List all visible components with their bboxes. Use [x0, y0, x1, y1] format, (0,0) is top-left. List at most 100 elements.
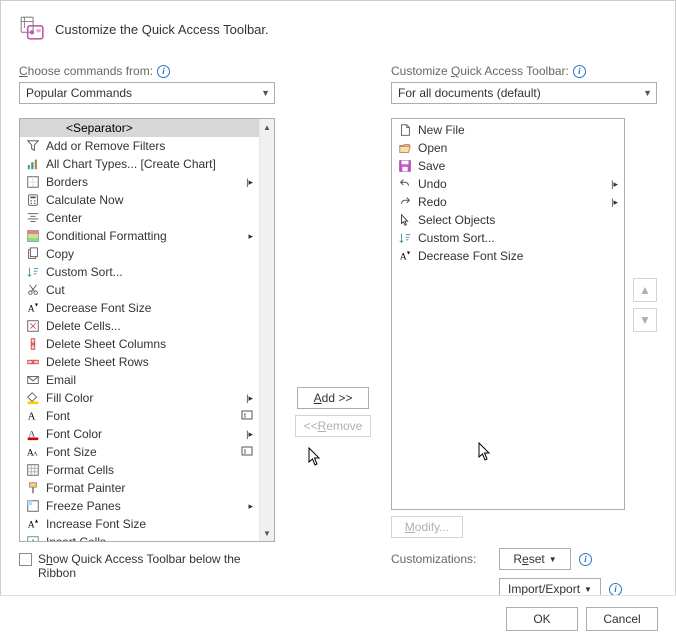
list-item-label: Borders — [46, 175, 246, 189]
list-item[interactable]: A▼ Decrease Font Size — [392, 247, 624, 265]
dropdown-value: Popular Commands — [26, 86, 132, 100]
list-item[interactable]: Freeze Panes▸ — [20, 497, 259, 515]
for-documents-dropdown[interactable]: For all documents (default) ▼ — [391, 82, 657, 104]
list-item[interactable]: Custom Sort... — [392, 229, 624, 247]
list-item[interactable]: Delete Cells... — [20, 317, 259, 335]
list-item[interactable]: Email — [20, 371, 259, 389]
list-item[interactable]: A▲Increase Font Size — [20, 515, 259, 533]
commands-from-dropdown[interactable]: Popular Commands ▼ — [19, 82, 275, 104]
list-item-label: Save — [418, 159, 620, 173]
submenu-indicator-icon: ▸ — [248, 231, 255, 242]
svg-text:I: I — [244, 449, 246, 456]
list-item[interactable]: AFontI — [20, 407, 259, 425]
ok-button[interactable]: OK — [506, 607, 578, 631]
list-item-label: Redo — [418, 195, 611, 209]
list-item-label: Increase Font Size — [46, 517, 255, 531]
show-below-ribbon-checkbox[interactable] — [19, 553, 32, 566]
list-item[interactable]: Borders|▸ — [20, 173, 259, 191]
open-icon — [396, 141, 414, 155]
list-item[interactable]: Delete Sheet Rows — [20, 353, 259, 371]
fontcolor-icon: A — [24, 427, 42, 441]
fillcolor-icon — [24, 391, 42, 405]
list-item[interactable]: Undo|▸ — [392, 175, 624, 193]
fontdec-icon: A▼ — [24, 301, 42, 315]
list-item-label: Copy — [46, 247, 255, 261]
inscells-icon — [24, 535, 42, 541]
customize-qat-label: Customize Quick Access Toolbar: — [391, 64, 569, 78]
newfile-icon — [396, 123, 414, 137]
list-item-label: Delete Cells... — [46, 319, 255, 333]
save-icon — [396, 159, 414, 173]
info-icon[interactable]: i — [579, 553, 592, 566]
list-item-label: Fill Color — [46, 391, 246, 405]
list-item-label: Center — [46, 211, 255, 225]
submenu-indicator-icon: |▸ — [246, 177, 255, 188]
list-item[interactable]: AA Font SizeI — [20, 443, 259, 461]
cut-icon — [24, 283, 42, 297]
funnel-icon — [24, 139, 42, 153]
list-item[interactable]: Open — [392, 139, 624, 157]
list-item[interactable]: Insert Cells... — [20, 533, 259, 541]
sort-icon — [396, 231, 414, 245]
list-item[interactable]: All Chart Types... [Create Chart] — [20, 155, 259, 173]
list-item[interactable]: Cut — [20, 281, 259, 299]
svg-text:▼: ▼ — [34, 302, 39, 308]
svg-text:I: I — [244, 413, 246, 420]
info-icon[interactable]: i — [609, 583, 622, 596]
list-item[interactable]: Conditional Formatting▸ — [20, 227, 259, 245]
list-item-label: Format Cells — [46, 463, 255, 477]
move-up-button: ▲ — [633, 278, 657, 302]
reset-button[interactable]: Reset▼ — [499, 548, 571, 570]
list-item-label: Decrease Font Size — [418, 249, 620, 263]
cancel-button[interactable]: Cancel — [586, 607, 658, 631]
info-icon[interactable]: i — [573, 65, 586, 78]
svg-text:▼: ▼ — [406, 250, 411, 256]
add-button[interactable]: Add >> — [297, 387, 369, 409]
available-commands-list[interactable]: <Separator>Add or Remove Filters All Char… — [19, 118, 275, 542]
list-item-label: All Chart Types... [Create Chart] — [46, 157, 255, 171]
list-item[interactable]: Add or Remove Filters — [20, 137, 259, 155]
list-item[interactable]: Custom Sort... — [20, 263, 259, 281]
borders-icon — [24, 175, 42, 189]
svg-text:A: A — [28, 412, 36, 423]
list-item[interactable]: Center — [20, 209, 259, 227]
delrows-icon — [24, 355, 42, 369]
redo-icon — [396, 195, 414, 209]
list-item[interactable]: AFont Color|▸ — [20, 425, 259, 443]
svg-text:A: A — [33, 452, 38, 458]
scroll-up-button[interactable]: ▲ — [260, 119, 274, 135]
condform-icon — [24, 229, 42, 243]
scrollbar[interactable]: ▲ ▼ — [259, 119, 274, 541]
list-item-label: Open — [418, 141, 620, 155]
list-item-label: Font Size — [46, 445, 241, 459]
list-item[interactable]: Delete Sheet Columns — [20, 335, 259, 353]
list-item[interactable]: Copy — [20, 245, 259, 263]
list-item[interactable]: Format Painter — [20, 479, 259, 497]
customizations-label: Customizations: — [391, 552, 491, 566]
list-item-label: New File — [418, 123, 620, 137]
submenu-indicator-icon: |▸ — [611, 179, 620, 190]
list-item[interactable]: Redo|▸ — [392, 193, 624, 211]
pointer-icon — [396, 213, 414, 227]
dropdown-value: For all documents (default) — [398, 86, 541, 100]
fontsize-icon: AA — [24, 445, 42, 459]
list-item[interactable]: Format Cells — [20, 461, 259, 479]
sort-icon — [24, 265, 42, 279]
info-icon[interactable]: i — [157, 65, 170, 78]
list-item[interactable]: Fill Color|▸ — [20, 389, 259, 407]
list-item[interactable]: A▼Decrease Font Size — [20, 299, 259, 317]
scroll-down-button[interactable]: ▼ — [260, 525, 274, 541]
list-item-label: Undo — [418, 177, 611, 191]
list-item[interactable]: New File — [392, 121, 624, 139]
delcells-icon — [24, 319, 42, 333]
current-qat-list[interactable]: New FileOpenSaveUndo|▸Redo|▸Select Objec… — [391, 118, 625, 510]
fontdec-icon: A▼ — [396, 249, 414, 263]
chevron-down-icon: ▼ — [643, 88, 652, 98]
list-item[interactable]: <Separator> — [20, 119, 259, 137]
submenu-indicator-icon: |▸ — [246, 429, 255, 440]
list-item-label: Delete Sheet Rows — [46, 355, 255, 369]
delcols-icon — [24, 337, 42, 351]
list-item[interactable]: Calculate Now — [20, 191, 259, 209]
list-item[interactable]: Select Objects — [392, 211, 624, 229]
list-item[interactable]: Save — [392, 157, 624, 175]
